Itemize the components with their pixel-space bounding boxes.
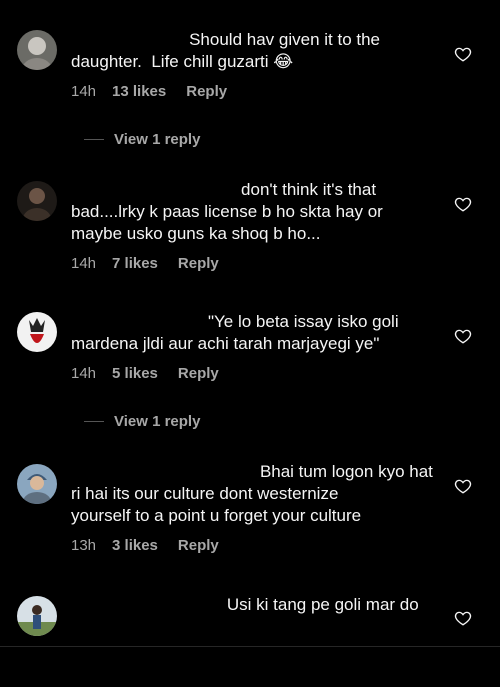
view-replies-label: View 1 reply: [114, 131, 201, 148]
comment-time: 13h: [71, 537, 97, 554]
view-replies-button[interactable]: View 1 reply: [84, 413, 200, 430]
bottom-divider: [0, 646, 500, 647]
comment-text: Should hav given it to the daughter. Lif…: [71, 30, 381, 71]
divider-line: [84, 421, 104, 422]
likes-count[interactable]: 7 likes: [112, 255, 158, 272]
reply-button[interactable]: Reply: [178, 255, 219, 272]
avatar[interactable]: [17, 312, 57, 352]
likes-count[interactable]: 3 likes: [112, 537, 158, 554]
comment-meta: 14h 7 likes Reply: [71, 255, 239, 272]
view-replies-label: View 1 reply: [114, 413, 201, 430]
heart-outline-icon[interactable]: [454, 327, 472, 345]
heart-outline-icon[interactable]: [454, 477, 472, 495]
comment-text: Bhai tum logon kyo hat ri hai its our cu…: [71, 462, 433, 525]
comment-text: Usi ki tang pe goli mar do: [71, 595, 419, 614]
avatar[interactable]: [17, 30, 57, 70]
comment-time: 14h: [71, 83, 97, 100]
reply-button[interactable]: Reply: [186, 83, 227, 100]
comment-text: don't think it's that bad....lrky k paas…: [71, 180, 383, 243]
comment-time: 14h: [71, 255, 97, 272]
avatar[interactable]: [17, 464, 57, 504]
comment-time: 14h: [71, 365, 97, 382]
reply-button[interactable]: Reply: [178, 537, 219, 554]
comment-meta: 14h 5 likes Reply: [71, 365, 239, 382]
likes-count[interactable]: 13 likes: [112, 83, 166, 100]
view-replies-button[interactable]: View 1 reply: [84, 131, 200, 148]
avatar[interactable]: [17, 596, 57, 636]
comment-meta: 14h 13 likes Reply: [71, 83, 247, 100]
heart-outline-icon[interactable]: [454, 45, 472, 63]
heart-outline-icon[interactable]: [454, 195, 472, 213]
divider-line: [84, 139, 104, 140]
avatar[interactable]: [17, 181, 57, 221]
likes-count[interactable]: 5 likes: [112, 365, 158, 382]
reply-button[interactable]: Reply: [178, 365, 219, 382]
heart-outline-icon[interactable]: [454, 609, 472, 627]
comment-text: "Ye lo beta issay isko goli mardena jldi…: [71, 312, 399, 353]
comment-meta: 13h 3 likes Reply: [71, 537, 239, 554]
